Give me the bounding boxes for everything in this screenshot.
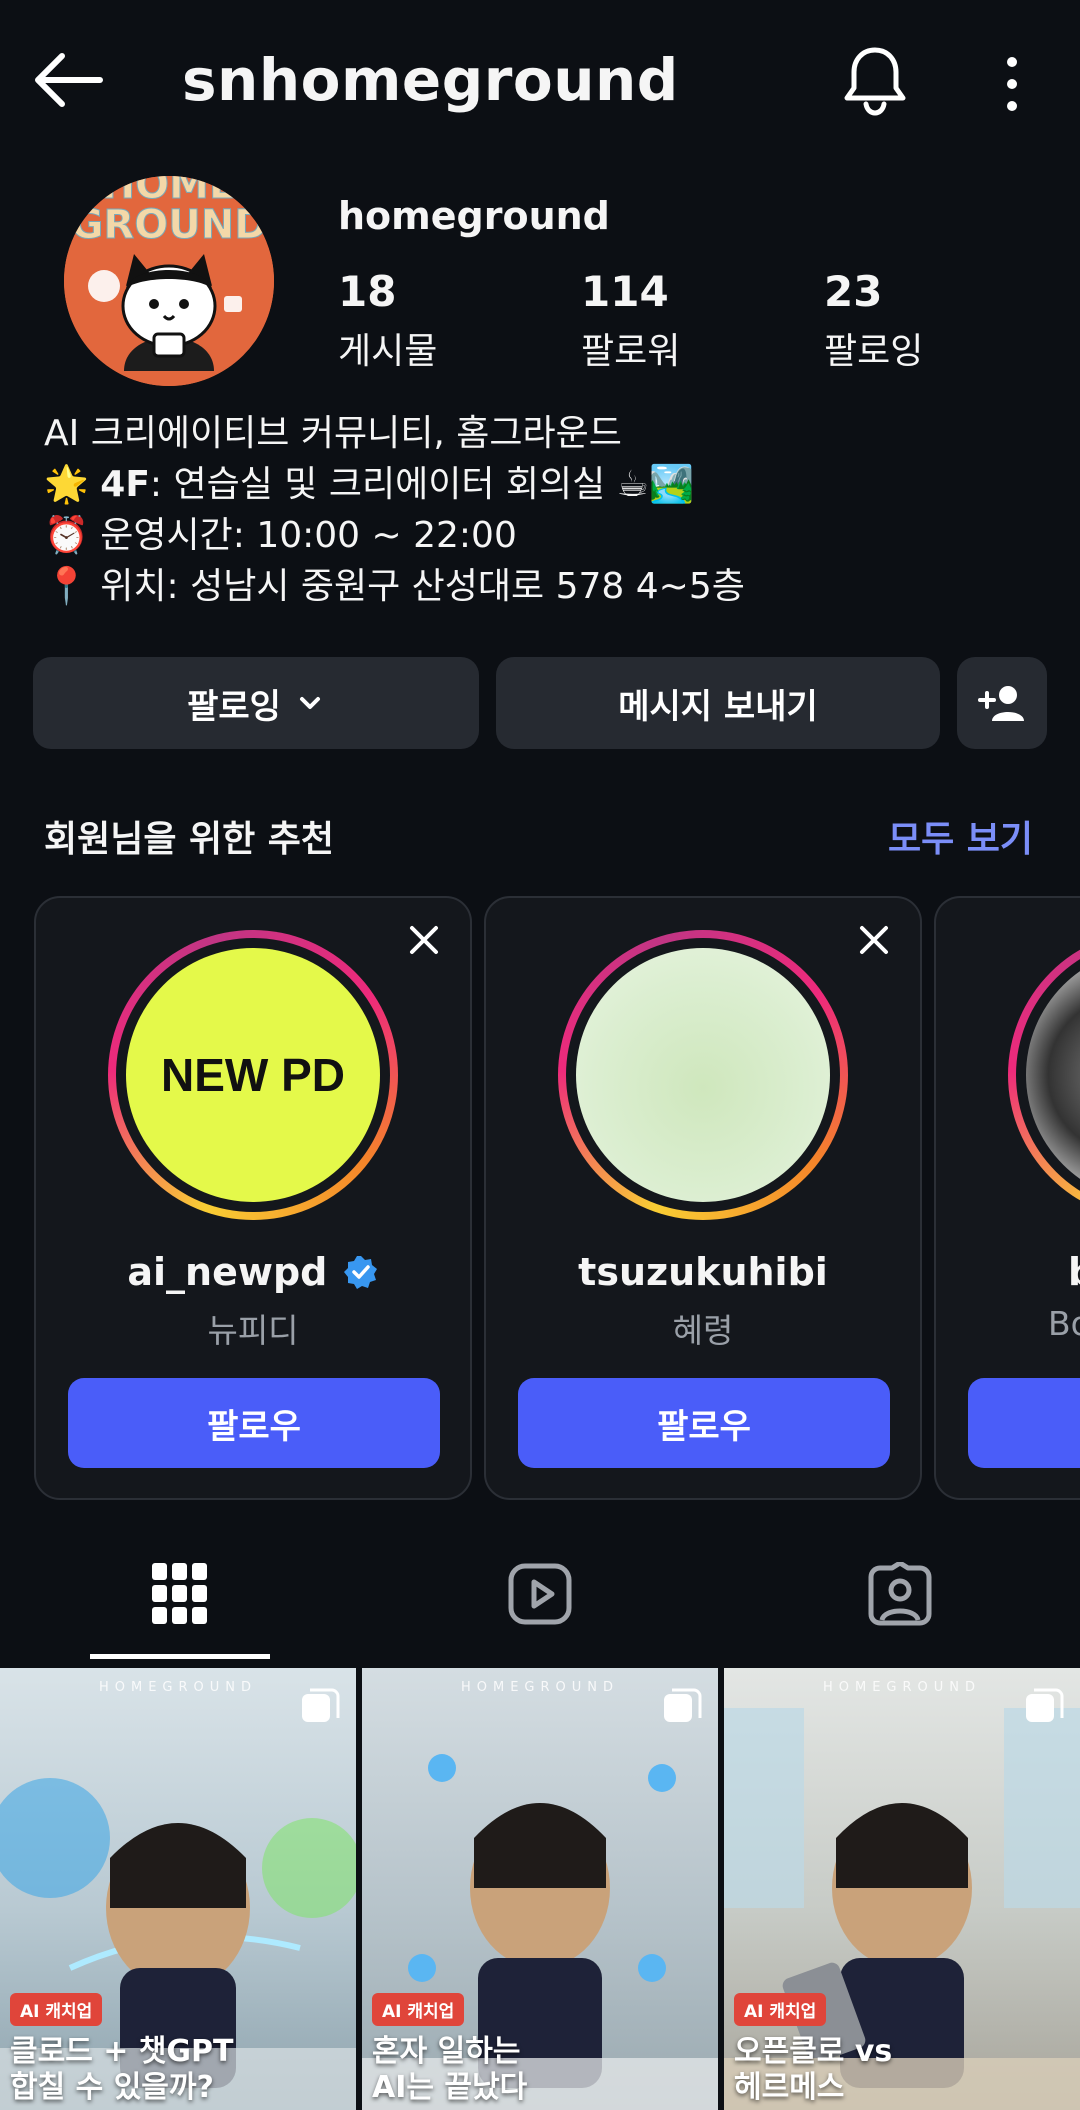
tab-reels[interactable] xyxy=(480,1552,600,1636)
suggestion-display-name: 뉴피디 xyxy=(207,1311,299,1350)
posts-count[interactable]: 18 게시물 xyxy=(338,266,437,374)
dismiss-button[interactable] xyxy=(850,916,898,964)
suggestions-title: 회원님을 위한 추천 xyxy=(44,819,335,860)
caption-line: 오픈클로 vs xyxy=(734,2034,893,2069)
svg-text:GROUND: GROUND xyxy=(71,202,268,248)
suggestion-display-name: 혜령 xyxy=(672,1311,734,1350)
bell-icon xyxy=(844,47,906,116)
see-all-link[interactable]: 모두 보기 xyxy=(888,810,1033,862)
reels-icon xyxy=(508,1563,572,1625)
follow-button[interactable]: 팔로우 xyxy=(68,1378,440,1468)
notifications-button[interactable] xyxy=(840,44,910,116)
caption-line: 합칠 수 있을까? xyxy=(10,2070,214,2105)
multiple-images-icon xyxy=(302,1688,340,1722)
more-options-button[interactable] xyxy=(990,52,1034,116)
suggestion-card[interactable]: NEW PD ai_newpd 뉴피디 팔로우 xyxy=(34,896,472,1500)
suggestion-username[interactable]: tsuzukuhibi xyxy=(486,1250,920,1294)
story-ring[interactable] xyxy=(558,930,848,1220)
stat-value: 18 xyxy=(338,267,397,316)
more-vertical-icon xyxy=(1007,57,1017,111)
close-icon xyxy=(410,926,438,954)
grid-post[interactable]: HOMEGROUND AI 캐치업 클로드 + 챗GPT 합칠 수 있을까? xyxy=(0,1668,356,2110)
close-icon xyxy=(860,926,888,954)
caption-line: 혼자 일하는 xyxy=(372,2034,521,2069)
tagged-icon xyxy=(868,1562,932,1626)
stat-label: 게시물 xyxy=(338,331,438,372)
story-ring[interactable] xyxy=(1008,930,1080,1220)
stat-label: 팔로워 xyxy=(581,331,681,372)
tab-tagged[interactable] xyxy=(840,1552,960,1636)
profile-username-title: snhomeground xyxy=(182,46,679,114)
suggestion-username-row[interactable]: ai_newpd xyxy=(36,1250,470,1294)
stat-label: 팔로잉 xyxy=(824,331,924,372)
caption-line: 클로드 + 챗GPT xyxy=(10,2034,234,2069)
suggestion-avatar xyxy=(576,948,830,1202)
grid-icon xyxy=(152,1563,207,1624)
multiple-images-icon xyxy=(664,1688,702,1722)
suggestion-card[interactable]: tsuzukuhibi 혜령 팔로우 xyxy=(484,896,922,1500)
top-bar: snhomeground xyxy=(0,0,1080,160)
profile-avatar[interactable]: HOME GROUND xyxy=(64,176,274,386)
stat-value: 114 xyxy=(581,267,669,316)
follow-button[interactable]: 팔로우 xyxy=(518,1378,890,1468)
post-caption: 클로드 + 챗GPT 합칠 수 있을까? xyxy=(10,2034,234,2106)
profile-display-name: homeground xyxy=(338,194,610,238)
story-ring[interactable]: NEW PD xyxy=(108,930,398,1220)
star-emoji: 🌟 xyxy=(44,464,89,505)
arrow-left-icon xyxy=(35,53,103,107)
multiple-images-icon xyxy=(1026,1688,1064,1722)
suggestion-display-name: Bo xyxy=(1048,1304,1080,1343)
active-tab-indicator xyxy=(90,1654,270,1659)
suggestion-username[interactable]: b xyxy=(1068,1250,1080,1294)
bio-line: ⏰ 운영시간: 10:00 ~ 22:00 xyxy=(44,515,517,556)
caption-line: AI는 끝났다 xyxy=(372,2070,528,2105)
avatar-text: NEW PD xyxy=(161,1049,345,1101)
post-category-tag: AI 캐치업 xyxy=(734,1993,827,2026)
following-label: 팔로잉 xyxy=(187,686,281,727)
add-person-icon xyxy=(978,686,1024,721)
verified-badge-icon xyxy=(343,1256,377,1289)
followers-count[interactable]: 114 팔로워 xyxy=(581,266,680,374)
grid-post[interactable]: HOMEGROUND AI 캐치업 오픈클로 vs 헤르메스 xyxy=(724,1668,1080,2110)
tab-posts-grid[interactable] xyxy=(120,1552,240,1636)
message-button[interactable]: 메시지 보내기 xyxy=(496,657,940,749)
back-button[interactable] xyxy=(30,48,106,112)
stat-value: 23 xyxy=(824,267,883,316)
suggestion-username: ai_newpd xyxy=(127,1250,328,1294)
post-category-tag: AI 캐치업 xyxy=(10,1993,103,2026)
suggestion-avatar xyxy=(1026,948,1080,1202)
suggestion-avatar: NEW PD xyxy=(126,948,380,1202)
profile-bio: AI 크리에이티브 커뮤니티, 홈그라운드 🌟 4F: 연습실 및 크리에이터 … xyxy=(44,408,745,612)
post-caption: 오픈클로 vs 헤르메스 xyxy=(734,2034,892,2106)
following-count[interactable]: 23 팔로잉 xyxy=(824,266,923,374)
caption-line: 헤르메스 xyxy=(734,2070,845,2105)
follow-button[interactable] xyxy=(968,1378,1080,1468)
suggestion-card[interactable]: b Bo xyxy=(934,896,1080,1500)
cat-logo-image: HOME GROUND xyxy=(64,176,274,386)
bio-line: 📍 위치: 성남시 중원구 산성대로 578 4~5층 xyxy=(44,566,745,607)
bio-line: 🌟 4F: 연습실 및 크리에이터 회의실 ☕🏞️ xyxy=(44,459,745,510)
post-category-tag: AI 캐치업 xyxy=(372,1993,465,2026)
bio-line: AI 크리에이티브 커뮤니티, 홈그라운드 xyxy=(44,413,622,454)
chevron-down-icon xyxy=(299,697,320,709)
following-button[interactable]: 팔로잉 xyxy=(33,657,479,749)
grid-post[interactable]: HOMEGROUND AI 캐치업 혼자 일하는 AI는 끝났다 xyxy=(362,1668,718,2110)
bio-floor-desc: : 연습실 및 크리에이터 회의실 ☕🏞️ xyxy=(149,464,694,505)
dismiss-button[interactable] xyxy=(400,916,448,964)
suggest-people-button[interactable] xyxy=(957,657,1047,749)
message-label: 메시지 보내기 xyxy=(618,686,818,727)
post-caption: 혼자 일하는 AI는 끝났다 xyxy=(372,2034,527,2106)
bio-floor: 4F xyxy=(100,464,150,505)
